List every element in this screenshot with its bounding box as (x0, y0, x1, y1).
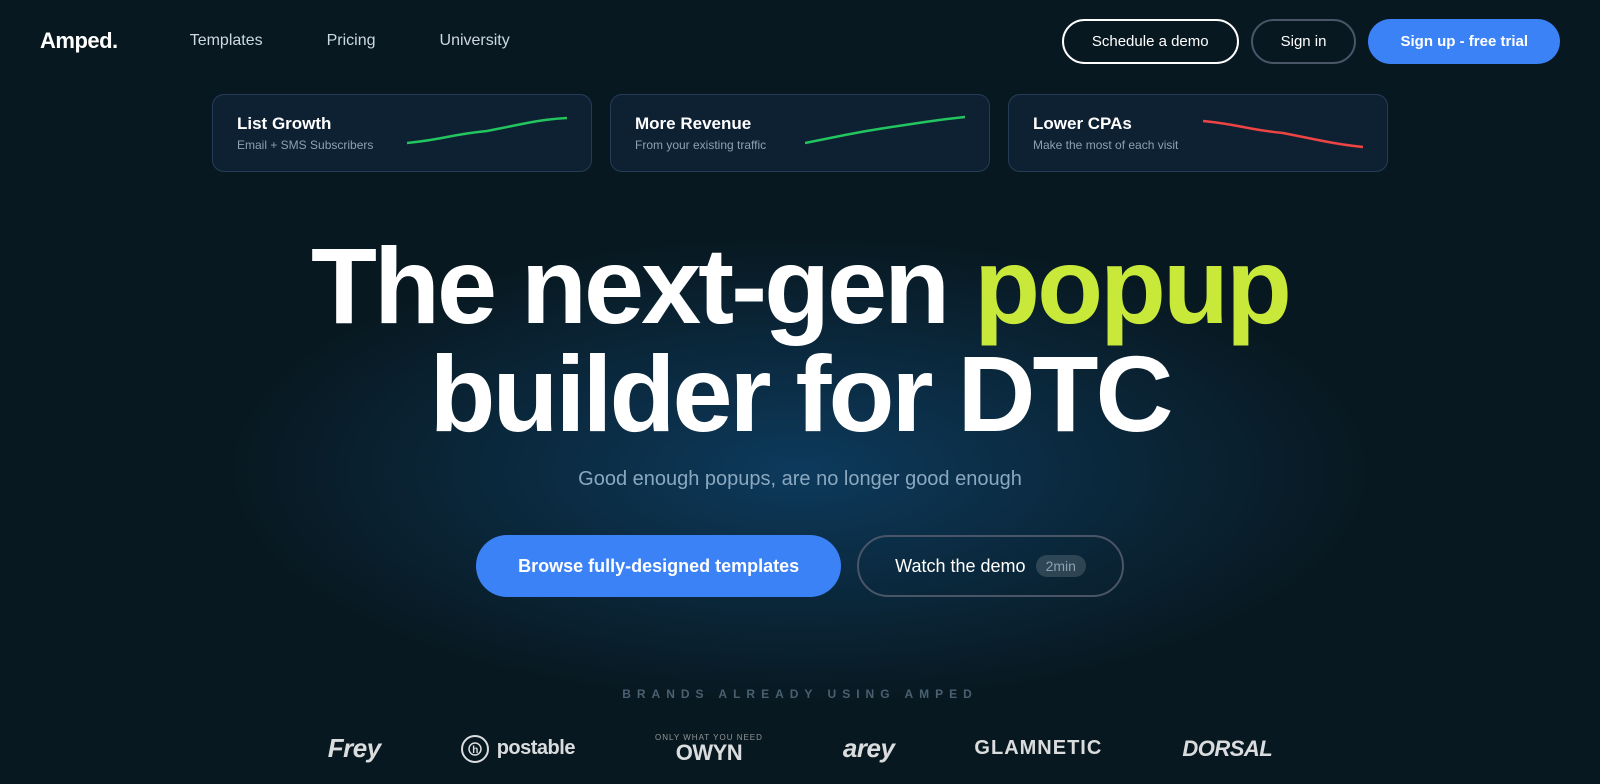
nav-link-templates[interactable]: Templates (158, 0, 295, 82)
hero-subtext: Good enough popups, are no longer good e… (40, 468, 1560, 491)
nav-right: Schedule a demo Sign in Sign up - free t… (1062, 19, 1560, 64)
hero-section: The next-gen popup builder for DTC Good … (0, 172, 1600, 637)
stat-title-2: More Revenue (635, 114, 766, 134)
hero-line2: builder for DTC (430, 333, 1171, 454)
stat-title: List Growth (237, 114, 373, 134)
stat-card-list-growth: List Growth Email + SMS Subscribers (212, 94, 592, 172)
nav-link-university[interactable]: University (408, 0, 542, 82)
nav-left: Amped. Templates Pricing University (40, 0, 542, 82)
nav-link-pricing[interactable]: Pricing (295, 0, 408, 82)
stat-card-text-2: More Revenue From your existing traffic (635, 114, 766, 152)
browse-templates-button[interactable]: Browse fully-designed templates (476, 535, 841, 597)
stat-cards: List Growth Email + SMS Subscribers More… (0, 94, 1600, 172)
stat-card-text-3: Lower CPAs Make the most of each visit (1033, 114, 1178, 152)
brand-arey: arey (843, 733, 895, 764)
signup-button[interactable]: Sign up - free trial (1368, 19, 1560, 64)
postable-icon: h (461, 735, 489, 763)
owyn-label: ONLY WHAT YOU NEED OWYN (655, 734, 763, 764)
stat-subtitle: Email + SMS Subscribers (237, 138, 373, 152)
brand-frey: Frey (328, 733, 381, 764)
stat-subtitle-3: Make the most of each visit (1033, 138, 1178, 152)
watch-duration-badge: 2min (1036, 555, 1086, 577)
logo[interactable]: Amped. (40, 28, 118, 54)
postable-label: postable (497, 737, 575, 760)
stat-chart-decline (1203, 113, 1363, 153)
page-background: Amped. Templates Pricing University Sche… (0, 0, 1600, 784)
stat-title-3: Lower CPAs (1033, 114, 1178, 134)
brands-section: BRANDS ALREADY USING AMPED Frey h postab… (0, 637, 1600, 784)
owyn-name: OWYN (676, 742, 742, 764)
owyn-tagline: ONLY WHAT YOU NEED (655, 734, 763, 742)
hero-line1-yellow: popup (974, 225, 1289, 346)
navbar: Amped. Templates Pricing University Sche… (0, 0, 1600, 82)
stat-card-lower-cpas: Lower CPAs Make the most of each visit (1008, 94, 1388, 172)
brand-glamnetic: GLAMNETIC (974, 737, 1102, 760)
hero-heading: The next-gen popup builder for DTC (40, 232, 1560, 448)
watch-demo-button[interactable]: Watch the demo 2min (857, 535, 1124, 597)
brand-dorsal: DORSAL (1182, 736, 1272, 762)
brands-logos: Frey h postable ONLY WHAT YOU NEED OWYN … (40, 733, 1560, 764)
stat-chart-growth-2 (805, 113, 965, 153)
stat-card-more-revenue: More Revenue From your existing traffic (610, 94, 990, 172)
signin-button[interactable]: Sign in (1251, 19, 1357, 64)
schedule-demo-button[interactable]: Schedule a demo (1062, 19, 1239, 64)
watch-demo-label: Watch the demo (895, 556, 1025, 577)
cta-buttons: Browse fully-designed templates Watch th… (40, 535, 1560, 597)
brand-postable: h postable (461, 735, 575, 763)
brand-owyn: ONLY WHAT YOU NEED OWYN (655, 734, 763, 764)
brands-label: BRANDS ALREADY USING AMPED (40, 687, 1560, 701)
stat-chart-growth-1 (407, 113, 567, 153)
stat-card-text: List Growth Email + SMS Subscribers (237, 114, 373, 152)
hero-line1-white: The next-gen (311, 225, 947, 346)
stat-subtitle-2: From your existing traffic (635, 138, 766, 152)
svg-text:h: h (472, 745, 478, 756)
nav-links: Templates Pricing University (158, 0, 542, 82)
